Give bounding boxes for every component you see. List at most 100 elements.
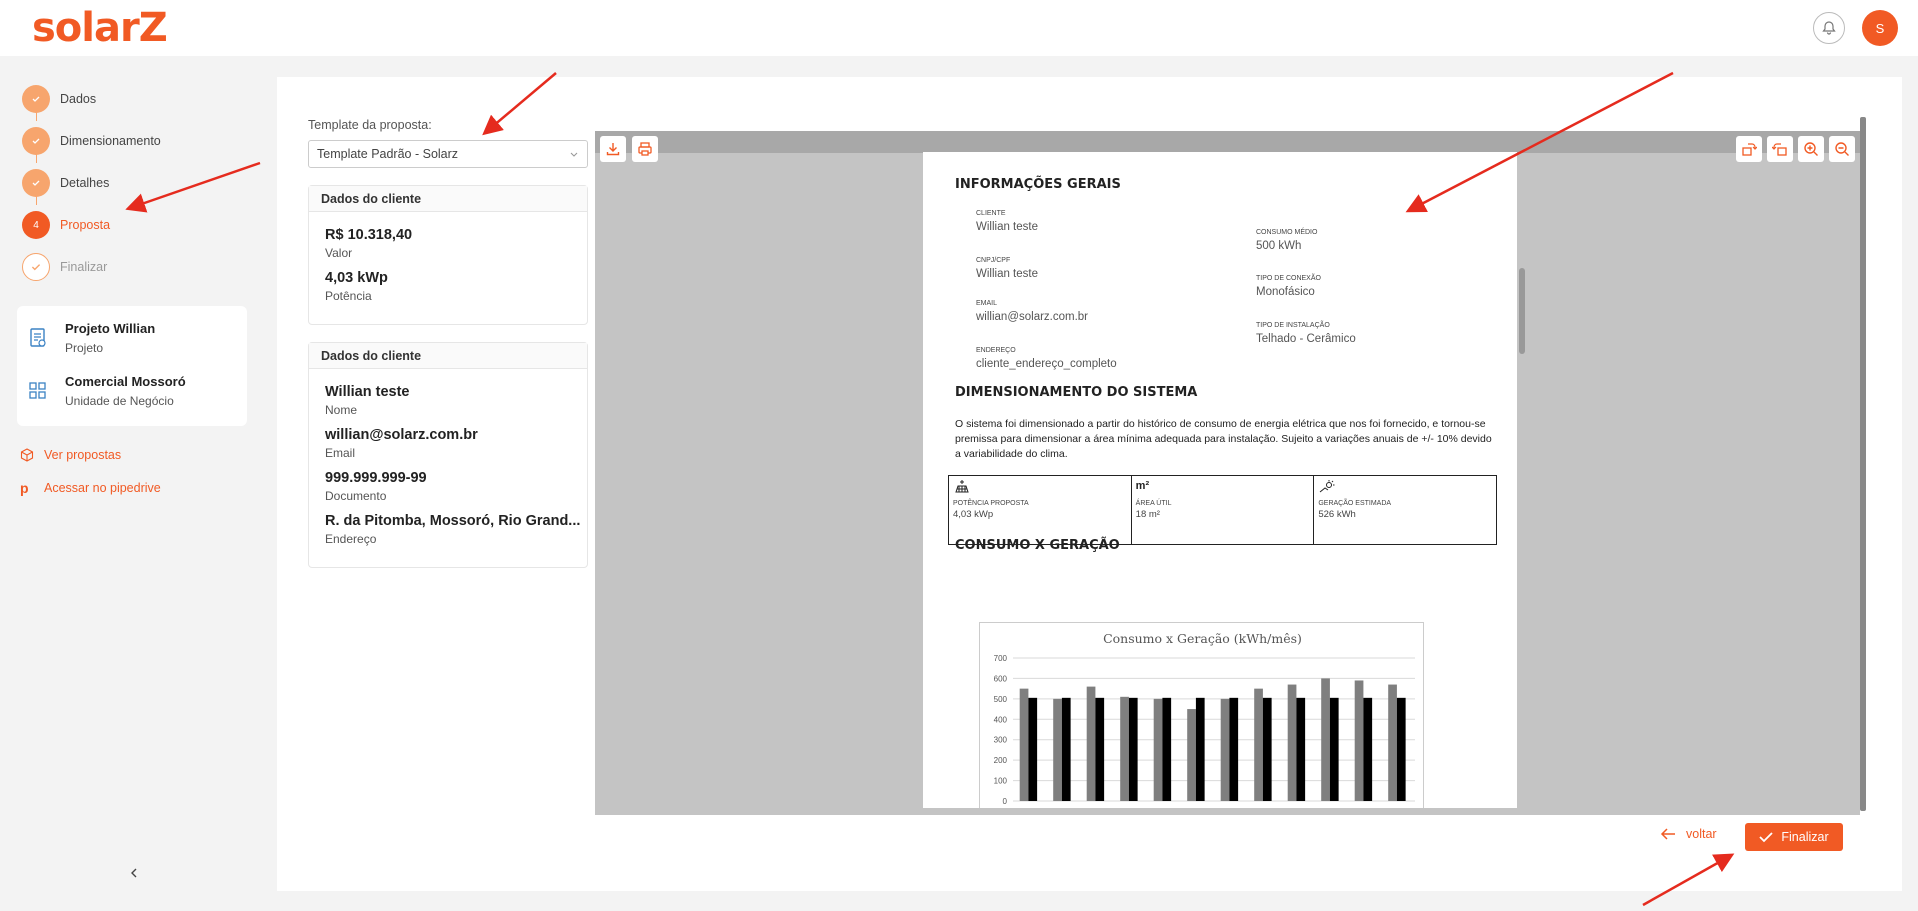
chart-bar — [1120, 696, 1129, 801]
chart-bar — [1086, 686, 1096, 801]
metric-label: POTÊNCIA PROPOSTA — [953, 500, 1029, 507]
metric-generation: GERAÇÃO ESTIMADA 526 kWh — [1314, 476, 1496, 544]
sizing-paragraph: O sistema foi dimensionado a partir do h… — [955, 418, 1492, 460]
project-subtitle: Projeto — [65, 341, 104, 355]
zoom-in-button[interactable] — [1798, 136, 1824, 162]
item-key: Potência — [325, 289, 372, 303]
step-label: Proposta — [60, 218, 111, 232]
metric-area: m² ÁREA ÚTIL 18 m² — [1132, 476, 1315, 544]
consumption-chart: Consumo x Geração (kWh/mês) 700 600 500 400… — [979, 622, 1424, 808]
document-scrollbar[interactable] — [1519, 268, 1525, 354]
zoom-out-icon — [1835, 142, 1849, 156]
y-tick-label: 0 — [1003, 797, 1008, 806]
zoom-in-icon — [1804, 142, 1818, 156]
metric-value: 526 kWh — [1318, 509, 1356, 520]
solar-panel-icon — [955, 480, 969, 493]
address-item: R. da Pitomba, Mossoró, Rio Grand... End… — [309, 513, 587, 546]
chart-bar — [1354, 680, 1364, 801]
solarz-logo[interactable]: solarZ — [32, 6, 168, 50]
step-proposta[interactable]: 4 Proposta — [22, 204, 161, 246]
check-icon — [22, 253, 50, 281]
sun-energy-icon — [1320, 480, 1335, 493]
chart-bar — [1254, 688, 1263, 801]
unit-subtitle: Unidade de Negócio — [65, 394, 174, 408]
chart-bar — [1162, 697, 1172, 801]
collapse-sidebar-button[interactable] — [128, 866, 140, 884]
section-heading-consumption: CONSUMO X GERAÇÃO — [955, 538, 1120, 553]
field-label: EMAIL — [976, 300, 998, 307]
item-value: Willian teste — [325, 384, 410, 400]
field-value: willian@solarz.com.br — [976, 311, 1089, 323]
field-value: Willian teste — [976, 221, 1038, 233]
chart-plot: 700 600 500 400 300 200 100 0 — [994, 654, 1415, 806]
field-label: CONSUMO MÉDIO — [1256, 229, 1318, 236]
section-heading-general: INFORMAÇÕES GERAIS — [955, 177, 1121, 192]
finish-label: Finalizar — [1781, 830, 1829, 844]
back-button[interactable]: voltar — [1660, 827, 1717, 841]
zoom-out-button[interactable] — [1829, 136, 1855, 162]
chart-bar — [1061, 697, 1071, 801]
print-button[interactable] — [632, 136, 658, 162]
rotate-counterclockwise-button[interactable] — [1767, 136, 1793, 162]
chart-bar — [1153, 698, 1163, 801]
download-button[interactable] — [600, 136, 626, 162]
field-value: cliente_endereço_completo — [976, 358, 1117, 370]
business-unit-link[interactable]: Comercial Mossoró Unidade de Negócio — [27, 374, 186, 408]
check-icon — [22, 127, 50, 155]
card-title: Dados do cliente — [309, 343, 587, 369]
item-value: R. da Pitomba, Mossoró, Rio Grand... — [325, 513, 581, 529]
summary-card: Dados do cliente R$ 10.318,40 Valor 4,03… — [308, 185, 588, 325]
step-number: 4 — [22, 211, 50, 239]
box-icon — [20, 448, 34, 462]
step-label: Dados — [60, 92, 97, 106]
notifications-button[interactable] — [1813, 12, 1845, 44]
finish-button[interactable]: Finalizar — [1745, 823, 1843, 851]
viewer-scrollbar[interactable] — [1860, 117, 1866, 811]
step-label: Finalizar — [60, 260, 108, 274]
step-dimensionamento[interactable]: Dimensionamento — [22, 120, 161, 163]
step-finalizar[interactable]: Finalizar — [22, 246, 161, 288]
project-title: Projeto Willian — [65, 321, 156, 336]
field-label: TIPO DE INSTALAÇÃO — [1256, 322, 1330, 329]
chart-bar — [1195, 697, 1205, 801]
section-heading-sizing: DIMENSIONAMENTO DO SISTEMA — [955, 385, 1198, 400]
step-detalhes[interactable]: Detalhes — [22, 162, 161, 205]
template-select[interactable]: Template Padrão - Solarz — [308, 140, 588, 168]
item-value: 999.999.999-99 — [325, 470, 427, 486]
template-label: Template da proposta: — [308, 118, 432, 132]
y-tick-label: 300 — [994, 736, 1008, 745]
check-icon — [1759, 832, 1774, 843]
chart-bar — [1396, 697, 1406, 801]
document-icon — [30, 328, 46, 347]
chart-bar — [1321, 678, 1330, 801]
chart-bar — [1220, 698, 1230, 801]
field-value: 500 kWh — [1256, 240, 1302, 252]
view-proposals-link[interactable]: Ver propostas — [20, 448, 121, 462]
step-dados[interactable]: Dados — [22, 78, 161, 121]
top-bar: solarZ S — [0, 0, 1918, 56]
template-selected: Template Padrão - Solarz — [317, 147, 459, 161]
link-label: Acessar no pipedrive — [44, 481, 161, 495]
chevron-down-icon — [570, 152, 578, 157]
item-value: 4,03 kWp — [325, 270, 388, 286]
unit-title: Comercial Mossoró — [65, 374, 186, 389]
grid-icon — [29, 382, 46, 399]
chart-bar — [1296, 697, 1306, 801]
rotate-clockwise-button[interactable] — [1736, 136, 1762, 162]
field-value: Monofásico — [1256, 286, 1315, 298]
item-key: Email — [325, 446, 356, 460]
field-value: Willian teste — [976, 268, 1038, 280]
user-avatar[interactable]: S — [1862, 10, 1898, 46]
chevron-left-icon — [131, 868, 137, 878]
pipedrive-icon: p — [20, 480, 29, 496]
check-icon — [22, 169, 50, 197]
value-item: R$ 10.318,40 Valor — [309, 227, 587, 260]
metric-value: 18 m² — [1135, 509, 1160, 520]
metric-label: GERAÇÃO ESTIMADA — [1318, 500, 1392, 507]
project-link[interactable]: Projeto Willian Projeto — [27, 321, 155, 355]
check-icon — [22, 85, 50, 113]
pipedrive-link[interactable]: p Acessar no pipedrive — [20, 480, 161, 496]
back-label: voltar — [1686, 827, 1717, 841]
step-label: Dimensionamento — [60, 134, 161, 148]
item-key: Valor — [325, 246, 353, 260]
